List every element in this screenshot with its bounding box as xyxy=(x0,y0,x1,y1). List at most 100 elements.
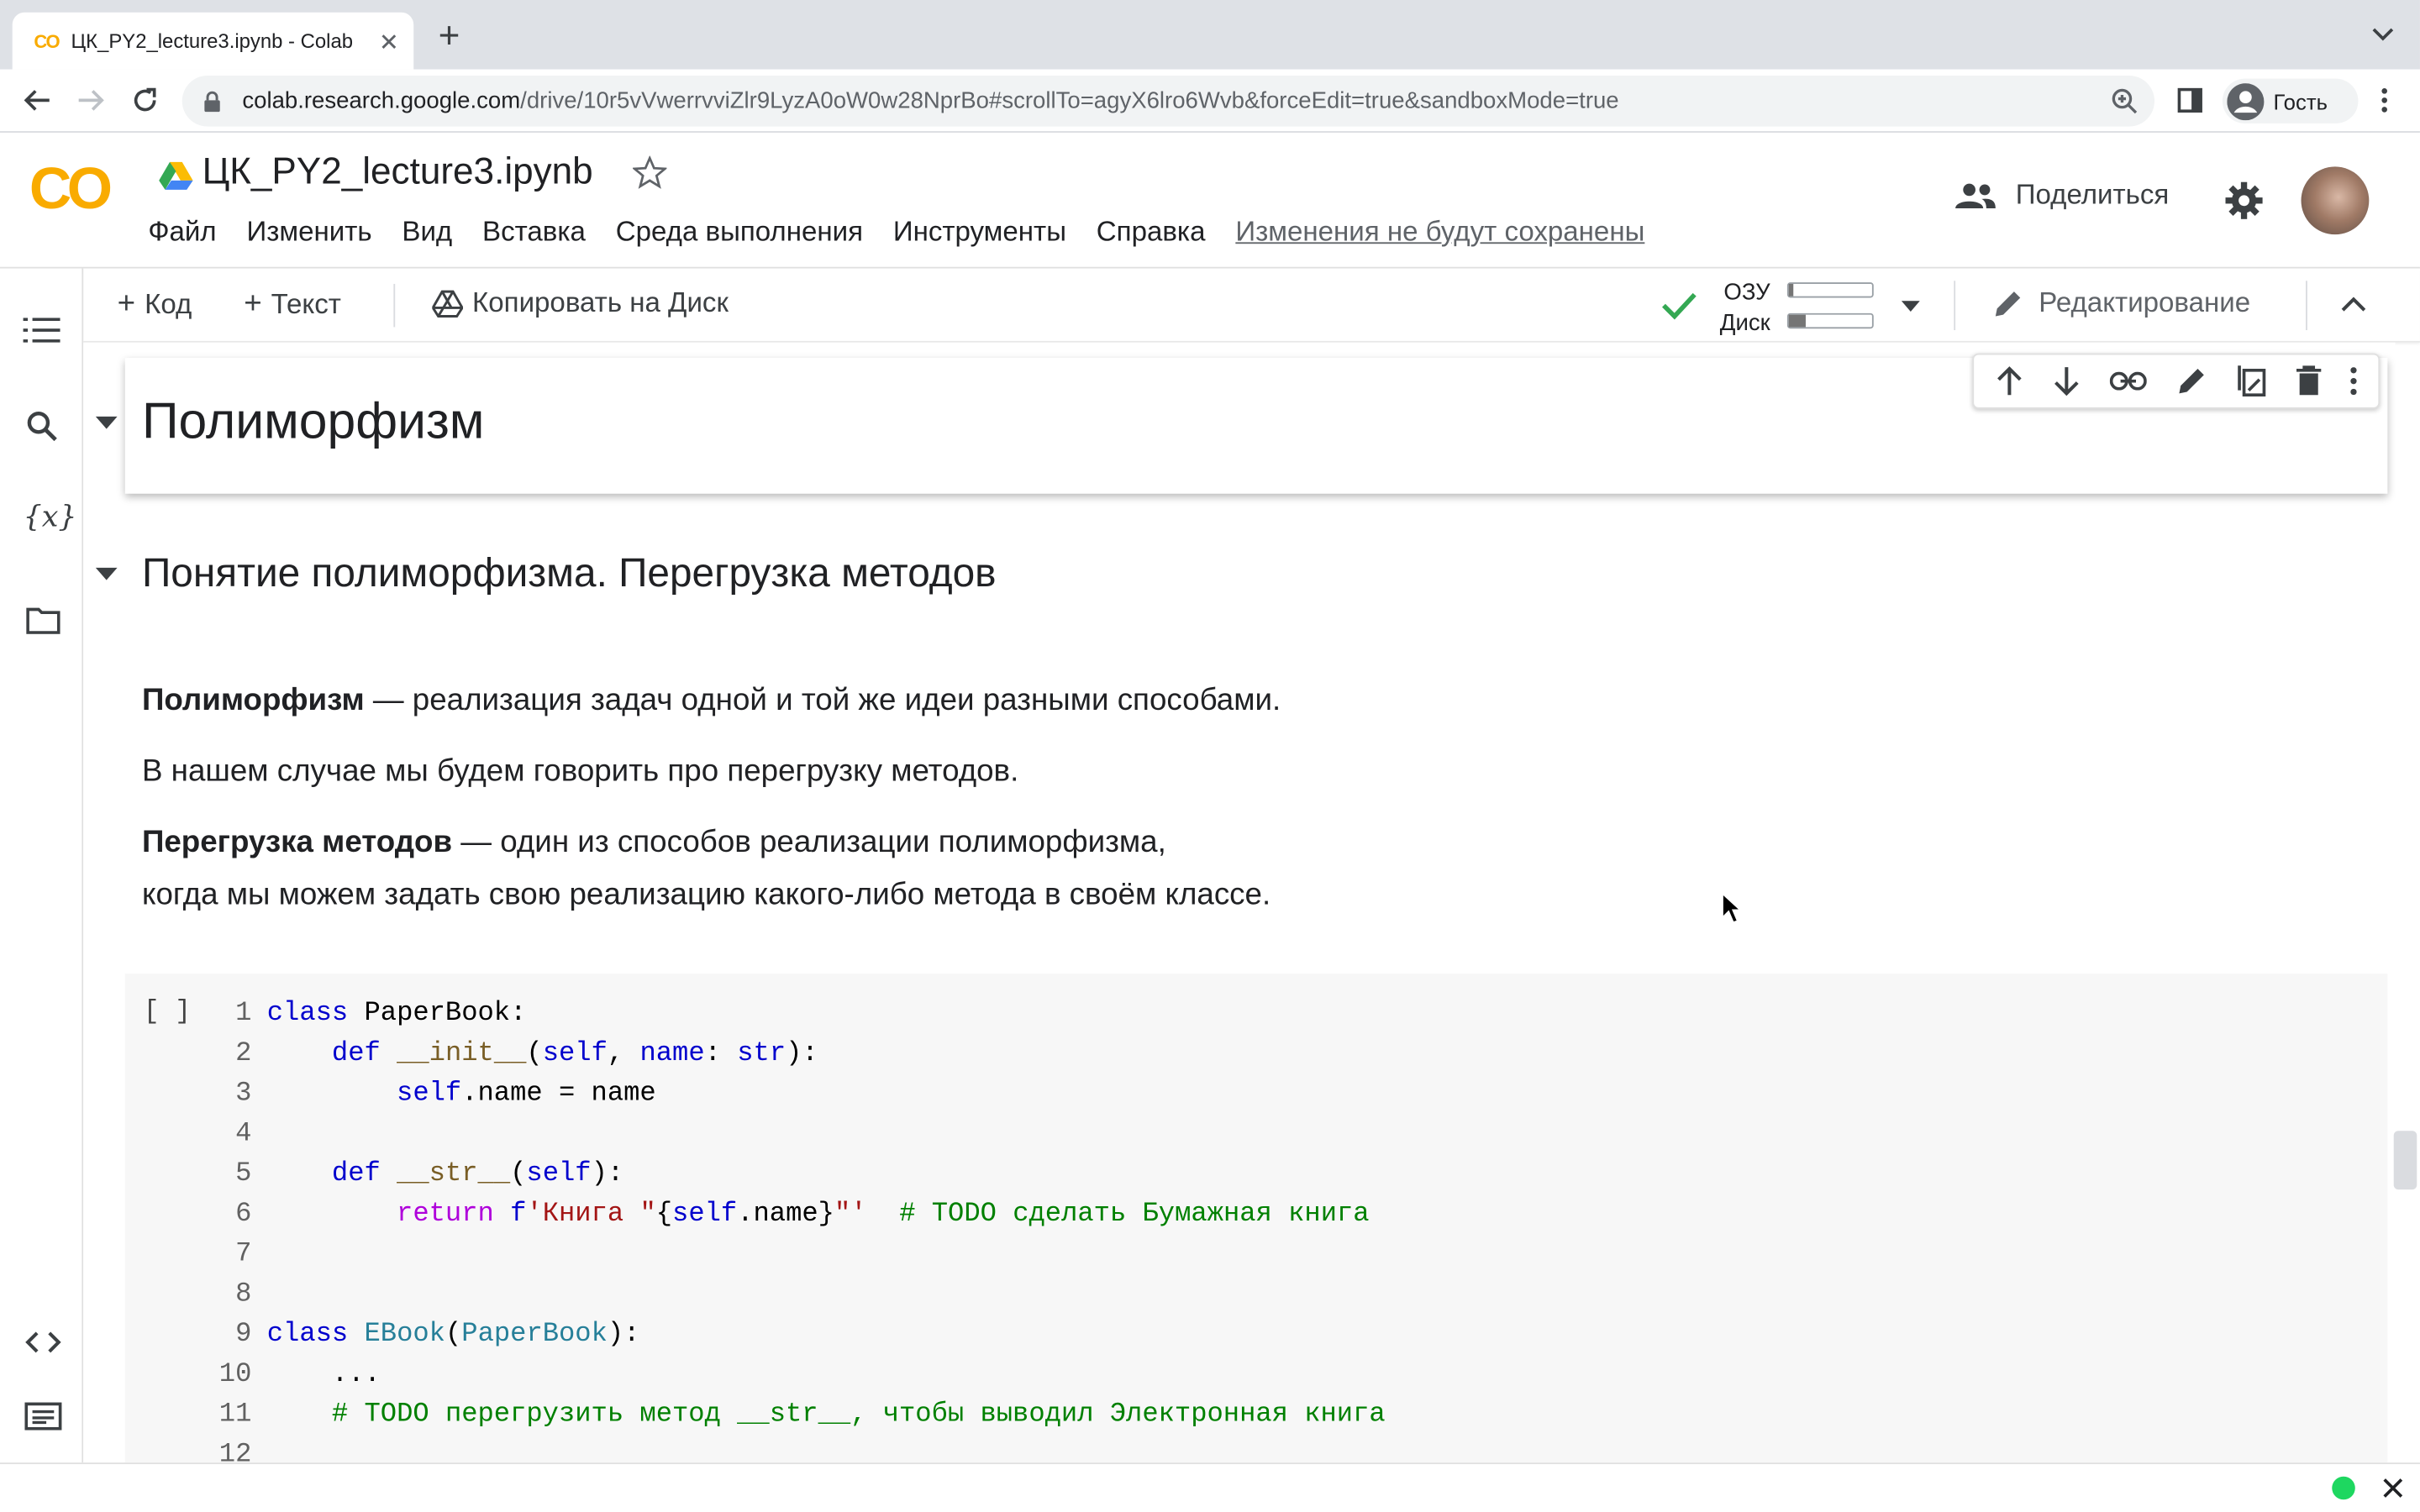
code-line-9: 9 class EBook(PaperBook): xyxy=(125,1315,639,1355)
code-line-5: 5 def __str__(self): xyxy=(125,1154,623,1194)
line-number: 7 xyxy=(235,1238,252,1270)
add-code-label: Код xyxy=(145,288,192,320)
close-status-icon[interactable] xyxy=(2383,1478,2403,1499)
menu-bar: Файл Изменить Вид Вставка Среда выполнен… xyxy=(148,216,1675,249)
paragraph-overloading: Перегрузка методов — один из способов ре… xyxy=(141,825,1166,860)
ram-usage-bar xyxy=(1786,282,1874,298)
variables-icon[interactable]: {x} xyxy=(24,500,77,533)
menu-insert[interactable]: Вставка xyxy=(482,216,586,249)
menu-view[interactable]: Вид xyxy=(402,216,452,249)
menu-edit[interactable]: Изменить xyxy=(246,216,371,249)
disk-usage-bar xyxy=(1786,312,1874,329)
toolbar-divider xyxy=(393,283,396,328)
lock-icon[interactable] xyxy=(203,90,220,112)
menu-file[interactable]: Файл xyxy=(148,216,216,249)
code-line-2: 2 def __init__(self, name: str): xyxy=(125,1034,818,1074)
code-line-1: 1 class PaperBook: xyxy=(125,994,526,1034)
profile-button[interactable]: Гость xyxy=(2222,78,2359,123)
command-palette-icon[interactable] xyxy=(24,1402,62,1431)
star-icon[interactable] xyxy=(633,155,667,190)
share-button[interactable]: Поделиться xyxy=(1954,179,2169,212)
plus-icon: + xyxy=(117,286,136,322)
copy-to-drive-button[interactable]: Копировать на Диск xyxy=(432,287,729,320)
move-cell-down-icon[interactable] xyxy=(2052,365,2080,396)
cell-toolbar xyxy=(1972,353,2381,409)
heading-polymorphism: Полиморфизм xyxy=(141,391,485,449)
mouse-cursor-icon xyxy=(1721,891,1743,926)
paragraph-definition: Полиморфизм — реализация задач одной и т… xyxy=(141,683,1281,718)
code-line-6: 6 return f'Книга "{self.name}"' # TODO с… xyxy=(125,1194,1370,1235)
search-icon[interactable] xyxy=(26,411,57,442)
selected-text-cell[interactable]: Полиморфизм xyxy=(124,353,2388,494)
table-of-contents-icon[interactable] xyxy=(23,318,60,343)
line-number: 10 xyxy=(218,1359,252,1390)
line-number: 4 xyxy=(235,1118,252,1150)
forward-arrow-icon[interactable] xyxy=(77,88,105,113)
browser-menu-icon[interactable] xyxy=(2381,88,2388,113)
heading-polymorphism-concept: Понятие полиморфизма. Перегрузка методов xyxy=(141,549,997,596)
disk-label: Диск xyxy=(1719,310,1770,337)
new-tab-button[interactable]: + xyxy=(439,15,460,58)
people-icon xyxy=(1954,181,1996,209)
code-line-7: 7 xyxy=(125,1234,267,1274)
url-text[interactable]: colab.research.google.com/drive/10r5vVwe… xyxy=(242,88,1618,114)
files-folder-icon[interactable] xyxy=(26,606,60,634)
resources-indicator[interactable]: ОЗУ Диск xyxy=(1708,278,1770,339)
line-number: 3 xyxy=(235,1078,252,1110)
resources-dropdown-icon[interactable] xyxy=(1901,301,1920,312)
plus-icon: + xyxy=(244,286,262,322)
line-number: 11 xyxy=(218,1399,252,1431)
notebook-toolbar: + Код + Текст Копировать на Диск ОЗУ Дис… xyxy=(83,268,2420,343)
user-avatar[interactable] xyxy=(2301,166,2370,235)
delete-trash-icon[interactable] xyxy=(2296,365,2322,396)
toolbar-divider xyxy=(1954,281,1956,331)
colab-header: CO ЦК_PY2_lecture3.ipynb Файл Изменить В… xyxy=(0,132,2420,269)
paragraph-context: В нашем случае мы будем говорить про пер… xyxy=(141,754,1019,789)
unsaved-notice-link[interactable]: Изменения не будут сохранены xyxy=(1235,216,1644,249)
vertical-scrollbar-thumb[interactable] xyxy=(2393,1131,2417,1190)
reload-icon[interactable] xyxy=(131,87,159,114)
code-line-4: 4 xyxy=(125,1114,267,1154)
google-drive-icon xyxy=(159,160,193,192)
menu-tools[interactable]: Инструменты xyxy=(893,216,1066,249)
paragraph-overloading-line2: когда мы можем задать свою реализацию ка… xyxy=(141,878,1271,912)
code-line-11: 11 # TODO перегрузить метод __str__, что… xyxy=(125,1394,1386,1435)
add-text-label: Текст xyxy=(271,288,341,320)
line-number: 2 xyxy=(235,1038,252,1069)
ram-label: ОЗУ xyxy=(1723,279,1770,306)
collapse-section-caret-icon[interactable] xyxy=(95,416,118,429)
line-number: 8 xyxy=(235,1278,252,1310)
code-snippets-icon[interactable] xyxy=(24,1330,61,1354)
editing-mode-button[interactable]: Редактирование xyxy=(1992,287,2250,320)
line-number: 1 xyxy=(235,998,252,1030)
link-icon[interactable] xyxy=(2109,371,2147,391)
move-cell-up-icon[interactable] xyxy=(1995,365,2023,396)
runtime-status-dot-icon[interactable] xyxy=(2332,1476,2355,1500)
line-number: 9 xyxy=(235,1319,252,1351)
edit-cell-pencil-icon[interactable] xyxy=(2176,365,2207,396)
menu-help[interactable]: Справка xyxy=(1097,216,1206,249)
collapse-header-icon[interactable] xyxy=(2341,297,2366,312)
close-tab-icon[interactable] xyxy=(380,32,398,50)
zoom-icon[interactable] xyxy=(2112,88,2138,114)
side-panel-icon[interactable] xyxy=(2177,87,2202,113)
colab-logo[interactable]: CO xyxy=(29,157,113,223)
url-omnibox[interactable]: colab.research.google.com/drive/10r5vVwe… xyxy=(182,75,2155,127)
browser-tab[interactable]: CO ЦК_PY2_lecture3.ipynb - Colab xyxy=(12,12,414,70)
mirror-cell-icon[interactable] xyxy=(2237,364,2268,397)
code-line-3: 3 self.name = name xyxy=(125,1074,656,1114)
add-text-button[interactable]: + Текст xyxy=(244,287,341,323)
settings-gear-icon[interactable] xyxy=(2224,181,2265,221)
code-cell[interactable]: [ ] 1 class PaperBook: 2 def __init__(se… xyxy=(124,973,2388,1463)
colab-favicon-icon: CO xyxy=(34,29,60,52)
collapse-section-caret-icon[interactable] xyxy=(95,567,118,580)
address-bar-row: colab.research.google.com/drive/10r5vVwe… xyxy=(0,69,2420,133)
notebook-title[interactable]: ЦК_PY2_lecture3.ipynb xyxy=(203,151,593,194)
pencil-icon xyxy=(1992,288,2023,319)
back-arrow-icon[interactable] xyxy=(24,88,51,113)
more-options-icon[interactable] xyxy=(2351,367,2358,396)
tab-search-chevron-icon[interactable] xyxy=(2372,28,2394,42)
menu-runtime[interactable]: Среда выполнения xyxy=(616,216,863,249)
add-code-button[interactable]: + Код xyxy=(118,287,192,323)
left-side-rail: {x} xyxy=(0,268,84,1463)
